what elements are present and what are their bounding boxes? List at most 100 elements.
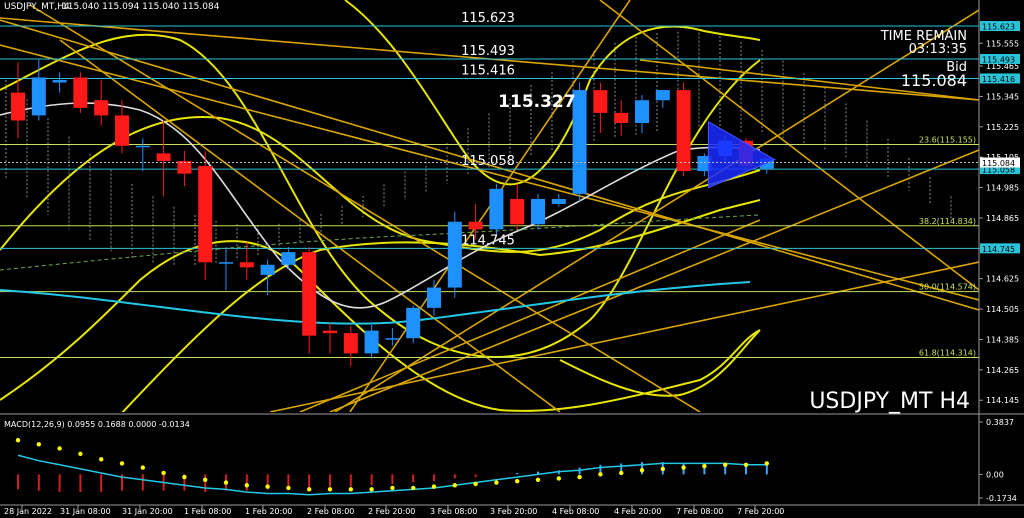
time-axis-label: 7 Feb 08:00 (676, 507, 723, 516)
time-axis-label: 3 Feb 08:00 (430, 507, 477, 516)
time-axis-label: 1 Feb 08:00 (184, 507, 231, 516)
macd-signal-dot (369, 487, 374, 492)
macd-signal-dot (99, 457, 104, 462)
price-axis-tick-label: 114.505 (986, 305, 1019, 314)
time-axis-label: 31 Jan 08:00 (60, 507, 111, 516)
macd-axis-tick-label: 0.00 (986, 470, 1004, 479)
candle-body (385, 338, 400, 340)
bid-value: 115.084 (901, 71, 967, 90)
candle-body (489, 188, 504, 230)
price-axis-box-label: 115.416 (982, 75, 1015, 84)
candle-body (323, 330, 337, 334)
recent-high-label: 115.327 (498, 92, 575, 112)
candle-body (302, 252, 317, 336)
price-axis-tick-label: 114.385 (986, 335, 1019, 344)
candle-body (635, 100, 649, 124)
current-price-box-label: 115.084 (982, 159, 1015, 168)
macd-signal-dot (494, 480, 499, 485)
price-axis-tick-label: 114.265 (986, 366, 1019, 375)
macd-signal-dot (182, 474, 187, 480)
candle-body (115, 115, 129, 146)
macd-signal-dot (598, 472, 603, 477)
macd-signal-dot (36, 442, 41, 447)
macd-signal-dot (223, 480, 229, 485)
price-axis-tick-label: 114.145 (986, 396, 1019, 405)
time-axis-label: 4 Feb 08:00 (552, 507, 599, 516)
candle-body (510, 198, 525, 225)
macd-signal-dot (286, 485, 291, 491)
price-axis-box-label: 114.745 (982, 245, 1015, 254)
candle-body (94, 100, 109, 116)
candle-body (551, 198, 566, 205)
candle-body (260, 264, 275, 275)
chart-svg: 115.623 115.493 115.416 115.058 114.745 23.6… (0, 0, 1024, 518)
candle-body (135, 145, 150, 148)
price-axis-tick-label: 115.555 (986, 39, 1019, 48)
chart-header-symbol: USDJPY_MT,H4 (4, 2, 70, 12)
macd-signal-dot (203, 477, 208, 483)
candle-body (52, 79, 67, 83)
candle-body (676, 90, 691, 172)
price-axis-tick-label: 114.865 (986, 214, 1019, 223)
time-remain-value: 03:13:35 (909, 42, 967, 57)
time-axis-label: 2 Feb 20:00 (368, 507, 415, 516)
horizontal-level-label: 115.416 (461, 63, 515, 78)
macd-signal-dot (15, 438, 21, 443)
fibonacci-level-label: 61.8(114.314) (919, 348, 976, 357)
candle-body (427, 287, 441, 308)
macd-axis-tick-label: -0.1734 (986, 494, 1017, 503)
macd-signal-dot (327, 487, 333, 492)
candle-body (281, 252, 296, 265)
time-axis-label: 4 Feb 20:00 (614, 507, 661, 516)
price-axis-tick-label: 115.225 (986, 123, 1019, 132)
macd-signal-dot (556, 476, 561, 481)
price-axis-tick-label: 114.625 (986, 275, 1019, 284)
macd-signal-dot (639, 468, 645, 473)
candle-body (31, 77, 46, 116)
macd-signal-dot (161, 470, 166, 476)
candle-body (364, 330, 379, 354)
price-axis-tick-label: 114.985 (986, 184, 1019, 193)
macd-signal-dot (78, 451, 83, 457)
macd-signal-dot (431, 484, 437, 489)
macd-signal-dot (348, 487, 353, 492)
time-axis-label: 28 Jan 2022 (4, 507, 52, 516)
macd-signal-dot (515, 478, 520, 484)
macd-signal-dot (723, 462, 728, 467)
macd-signal-dot (619, 470, 624, 476)
macd-indicator-label: MACD(12,26,9) 0.0955 0.1688 0.0000 -0.01… (4, 420, 190, 429)
macd-axis-tick-label: 0.3837 (986, 418, 1014, 427)
macd-signal-dot (307, 487, 312, 492)
candle-body (531, 198, 545, 225)
macd-signal-dot (57, 446, 62, 451)
chart-header-ohlc: 115.040 115.094 115.040 115.084 (62, 2, 220, 12)
macd-signal-dot (390, 485, 395, 491)
candle-body (156, 153, 171, 161)
macd-signal-dot (452, 483, 457, 488)
macd-signal-dot (681, 465, 686, 470)
candle-body (11, 92, 25, 121)
price-axis-tick-label: 115.345 (986, 92, 1019, 101)
candle-body (239, 262, 254, 268)
price-axis-box-label: 115.623 (982, 23, 1015, 32)
macd-signal-dot (119, 461, 125, 466)
time-axis-label: 3 Feb 20:00 (490, 507, 537, 516)
macd-signal-dot (535, 477, 541, 483)
candle-body (447, 221, 462, 288)
time-axis-label: 31 Jan 20:00 (122, 507, 173, 516)
horizontal-level-label: 115.493 (461, 44, 515, 59)
macd-signal-dot (577, 474, 582, 480)
macd-signal-dot (743, 462, 749, 467)
candle-body (614, 112, 629, 124)
macd-signal-dot (140, 465, 145, 470)
candle-body (406, 307, 421, 339)
candle-body (219, 262, 233, 264)
macd-signal-dot (660, 466, 665, 472)
macd-signal-dot (764, 461, 769, 466)
candle-body (468, 221, 483, 230)
horizontal-level-label: 115.623 (461, 11, 515, 26)
fibonacci-level-label: 23.6(115.155) (919, 136, 976, 145)
price-axis-box-label: 115.493 (982, 55, 1015, 64)
horizontal-level-label: 115.058 (461, 154, 515, 169)
candle-body (343, 333, 358, 354)
